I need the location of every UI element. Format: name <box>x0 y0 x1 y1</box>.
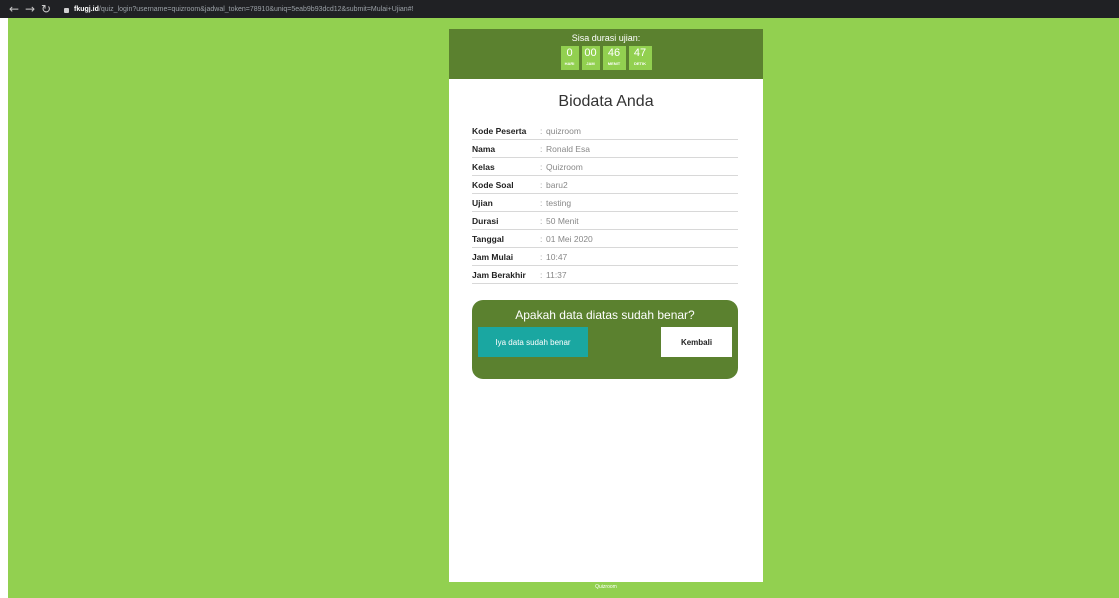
biodata-row: Jam Mulai : 10:47 <box>472 248 738 266</box>
biodata-label: Durasi <box>472 215 499 226</box>
forward-arrow-icon[interactable]: → <box>22 2 38 16</box>
countdown-days: 0 HARI <box>560 46 579 70</box>
confirmation-question: Apakah data diatas sudah benar? <box>515 308 695 322</box>
biodata-value: testing <box>546 197 572 208</box>
biodata-label: Jam Mulai <box>472 251 514 262</box>
countdown-label: JAM <box>586 61 595 66</box>
biodata-row: Jam Berakhir : 11:37 <box>472 266 738 284</box>
countdown-value: 00 <box>584 47 597 59</box>
countdown-value: 46 <box>607 47 621 59</box>
confirmation-card: Apakah data diatas sudah benar? Iya data… <box>472 300 738 379</box>
timer-title: Sisa durasi ujian: <box>571 33 641 43</box>
countdown-seconds: 47 DETIK <box>628 46 652 70</box>
back-arrow-icon[interactable]: ← <box>6 2 22 16</box>
biodata-value: baru2 <box>546 179 568 190</box>
url-host: fkugj.id <box>74 5 99 13</box>
countdown-value: 0 <box>566 47 573 59</box>
countdown-label: MENIT <box>607 61 621 66</box>
address-bar[interactable]: fkugj.id /quiz_login?username=quizroom&j… <box>64 2 414 16</box>
timer-header: Sisa durasi ujian: 0 HARI 00 JAM 46 MENI… <box>449 29 763 79</box>
countdown-hours: 00 JAM <box>581 46 600 70</box>
countdown-value: 47 <box>633 47 647 59</box>
biodata-row: Kode Soal : baru2 <box>472 176 738 194</box>
biodata-value: 11:37 <box>546 269 567 280</box>
biodata-label: Jam Berakhir <box>472 269 526 280</box>
biodata-value: Ronald Esa <box>546 143 590 154</box>
browser-toolbar: ← → ↻ fkugj.id /quiz_login?username=quiz… <box>0 0 1119 18</box>
lock-icon <box>64 7 69 13</box>
biodata-row: Ujian : testing <box>472 194 738 212</box>
biodata-row: Tanggal : 01 Mei 2020 <box>472 230 738 248</box>
biodata-value: quizroom <box>546 125 581 136</box>
biodata-value: 10:47 <box>546 251 568 262</box>
biodata-label: Nama <box>472 143 496 154</box>
footer-text: Quizroom <box>449 582 763 598</box>
url-path: /quiz_login?username=quizroom&jadwal_tok… <box>98 5 414 13</box>
biodata-label: Kode Peserta <box>472 125 527 136</box>
window-left-edge <box>0 18 8 598</box>
countdown-label: DETIK <box>634 61 646 66</box>
quiz-panel: Sisa durasi ujian: 0 HARI 00 JAM 46 MENI… <box>449 29 763 598</box>
biodata-label: Kelas <box>472 161 495 172</box>
biodata-label: Kode Soal <box>472 179 514 190</box>
countdown-label: HARI <box>564 61 575 66</box>
countdown-minutes: 46 MENIT <box>602 46 626 70</box>
biodata-value: 01 Mei 2020 <box>546 233 593 244</box>
biodata-table: Kode Peserta : quizroom Nama : Ronald Es… <box>472 122 738 284</box>
biodata-label: Ujian <box>472 197 493 208</box>
back-button[interactable]: Kembali <box>661 327 732 357</box>
page-title: Biodata Anda <box>558 93 654 110</box>
biodata-row: Nama : Ronald Esa <box>472 140 738 158</box>
biodata-row: Kode Peserta : quizroom <box>472 122 738 140</box>
biodata-value: Quizroom <box>546 161 583 172</box>
biodata-row: Durasi : 50 Menit <box>472 212 738 230</box>
confirm-yes-button[interactable]: Iya data sudah benar <box>478 327 588 357</box>
countdown: 0 HARI 00 JAM 46 MENIT 47 DETIK <box>449 46 763 70</box>
biodata-row: Kelas : Quizroom <box>472 158 738 176</box>
biodata-label: Tanggal <box>472 233 504 244</box>
reload-icon[interactable]: ↻ <box>38 2 54 16</box>
biodata-value: 50 Menit <box>546 215 579 226</box>
